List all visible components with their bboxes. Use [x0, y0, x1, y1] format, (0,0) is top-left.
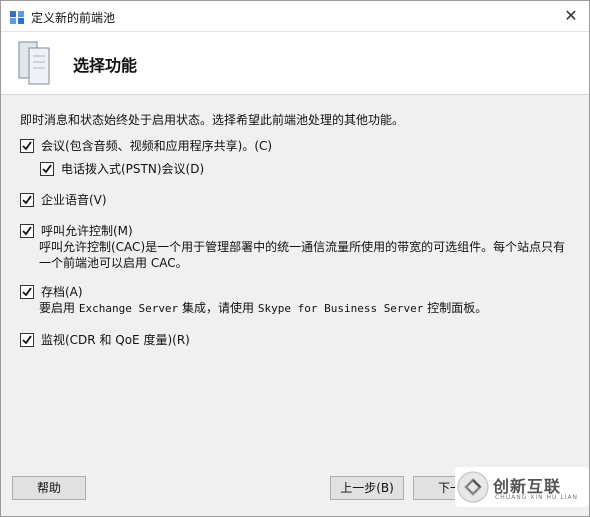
archiving-product-exchange: Exchange Server — [78, 302, 179, 315]
option-enterprise-voice[interactable]: 企业语音(V) — [20, 191, 107, 208]
close-button[interactable]: ✕ — [559, 5, 583, 27]
archiving-text-prefix: 要启用 — [39, 301, 76, 315]
option-label: 呼叫允许控制(M) — [41, 224, 133, 238]
cac-description-line2: 一个前端池可以启用 CAC。 — [39, 256, 188, 270]
option-label: 存档(A) — [41, 285, 83, 299]
checkbox-enterprise-voice[interactable] — [20, 192, 34, 207]
checkbox-archiving[interactable] — [20, 284, 34, 299]
page-title: 选择功能 — [73, 56, 138, 75]
window-title: 定义新的前端池 — [31, 11, 116, 25]
option-label: 监视(CDR 和 QoE 度量)(R) — [41, 333, 190, 347]
archiving-product-skype: Skype for Business Server — [257, 302, 424, 315]
title-bar: 定义新的前端池 ✕ — [1, 1, 589, 32]
watermark: 创新互联 CHUANG XIN HU LIAN — [455, 467, 589, 507]
header-band: 选择功能 — [1, 32, 589, 95]
archiving-text-middle: 集成，请使用 — [182, 301, 255, 315]
option-archiving[interactable]: 存档(A) — [20, 283, 83, 300]
checkbox-cac[interactable] — [20, 223, 34, 238]
back-button[interactable]: 上一步(B) — [330, 476, 404, 500]
cac-description-line1: 呼叫允许控制(CAC)是一个用于管理部署中的统一通信流量所使用的带宽的可选组件。… — [39, 240, 566, 254]
option-label: 会议(包含音频、视频和应用程序共享)。(C) — [41, 139, 273, 153]
option-dialin[interactable]: 电话拨入式(PSTN)会议(D) — [40, 160, 204, 177]
app-icon — [9, 9, 25, 25]
watermark-logo-icon — [457, 471, 489, 503]
server-pool-icon — [15, 38, 55, 88]
checkbox-dialin[interactable] — [40, 161, 54, 176]
option-label: 电话拨入式(PSTN)会议(D) — [61, 162, 205, 176]
checkbox-monitoring[interactable] — [20, 332, 34, 347]
watermark-subtext: CHUANG XIN HU LIAN — [495, 494, 579, 501]
option-label: 企业语音(V) — [41, 193, 107, 207]
archiving-description: 要启用 Exchange Server 集成，请使用 Skype for Bus… — [39, 300, 487, 317]
archiving-text-suffix: 控制面板。 — [427, 301, 488, 315]
help-button[interactable]: 帮助 — [12, 476, 86, 500]
option-cac[interactable]: 呼叫允许控制(M) — [20, 222, 133, 239]
checkbox-conferencing[interactable] — [20, 138, 34, 153]
cac-description: 呼叫允许控制(CAC)是一个用于管理部署中的统一通信流量所使用的带宽的可选组件。… — [39, 239, 565, 271]
intro-text: 即时消息和状态始终处于启用状态。选择希望此前端池处理的其他功能。 — [20, 113, 405, 127]
option-conferencing[interactable]: 会议(包含音频、视频和应用程序共享)。(C) — [20, 137, 272, 154]
option-monitoring[interactable]: 监视(CDR 和 QoE 度量)(R) — [20, 331, 190, 348]
dialog-window: 定义新的前端池 ✕ 选择功能 即时消息和状态始终处于启用状态。选择希望此前端池处… — [0, 0, 590, 517]
